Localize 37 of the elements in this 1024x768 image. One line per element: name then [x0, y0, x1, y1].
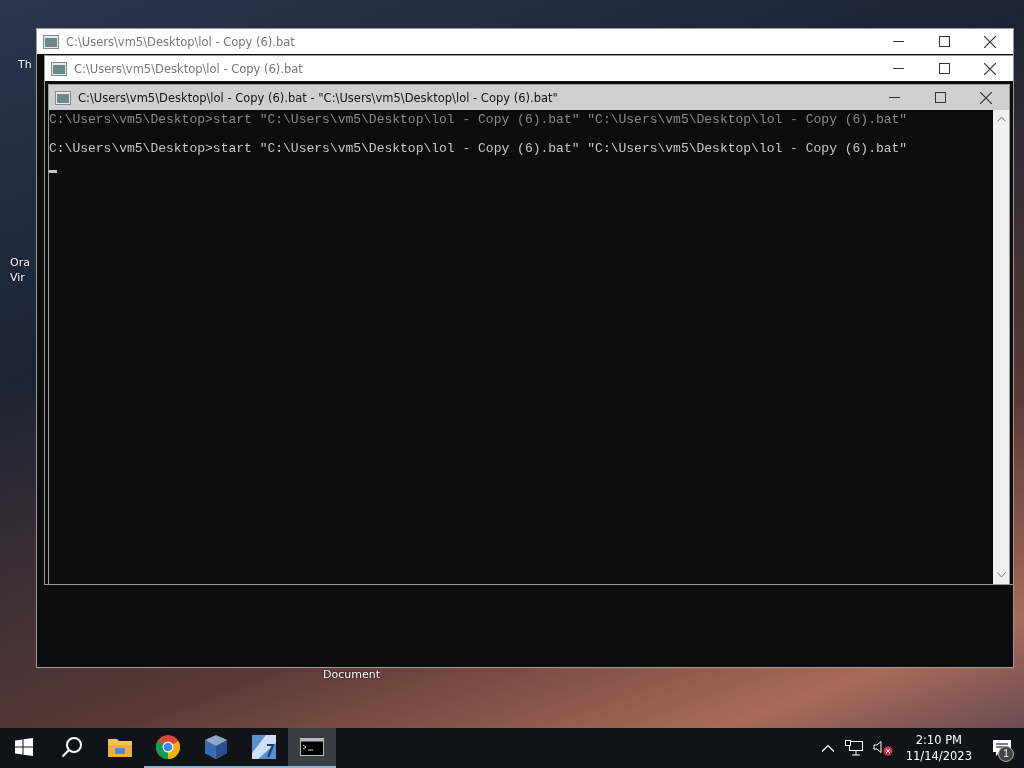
app-icon	[252, 735, 276, 759]
desktop-icon-label: Th	[18, 58, 32, 71]
close-icon	[980, 91, 992, 104]
window-title: C:\Users\vm5\Desktop\lol - Copy (6).bat	[66, 34, 295, 49]
notifications-button[interactable]: 1	[980, 728, 1024, 768]
console-icon	[300, 738, 324, 756]
console-icon	[51, 61, 67, 76]
text-cursor	[49, 170, 57, 173]
close-icon	[984, 62, 996, 75]
desktop-icon-label: Ora	[10, 256, 30, 269]
maximize-icon	[934, 92, 946, 103]
close-icon	[984, 35, 996, 48]
console-line: C:\Users\vm5\Desktop>start "C:\Users\vm5\Desktop\lol - Copy (6).bat" "C:\Users\vm5\Desktop\lol - Copy (6).bat"	[49, 112, 909, 128]
clock-date[interactable]: 11/14/2023	[905, 748, 972, 764]
browser-icon	[156, 735, 180, 759]
chevron-up-icon[interactable]	[820, 744, 835, 752]
console-icon	[43, 34, 59, 49]
windows-logo-icon	[15, 738, 33, 756]
console-icon	[55, 90, 71, 105]
notification-count-badge: 1	[998, 746, 1014, 762]
desktop-icon-label: Document	[323, 668, 380, 681]
folder-icon	[108, 737, 132, 757]
scroll-up-icon[interactable]	[996, 116, 1006, 122]
console-line: C:\Users\vm5\Desktop>start "C:\Users\vm5\Desktop\lol - Copy (6).bat" "C:\Users\vm5\Desktop\lol - Copy (6).bat"	[49, 141, 909, 157]
speaker-icon[interactable]	[872, 740, 893, 756]
search-icon	[61, 736, 83, 758]
window-title: C:\Users\vm5\Desktop\lol - Copy (6).bat - "C:\Users\vm5\Desktop\lol - Copy (6).bat"	[78, 90, 558, 105]
clock-time[interactable]: 2:10 PM	[915, 732, 962, 748]
taskbar-app-button[interactable]	[288, 728, 336, 768]
maximize-icon	[938, 36, 950, 47]
cube-icon	[205, 735, 227, 759]
window-title: C:\Users\vm5\Desktop\lol - Copy (6).bat	[74, 61, 303, 76]
scroll-bar[interactable]	[993, 110, 1009, 584]
maximize-icon	[938, 63, 950, 74]
scroll-down-icon[interactable]	[996, 572, 1006, 578]
desktop-icon-label: Vir	[10, 271, 25, 284]
network-icon[interactable]	[844, 740, 863, 756]
